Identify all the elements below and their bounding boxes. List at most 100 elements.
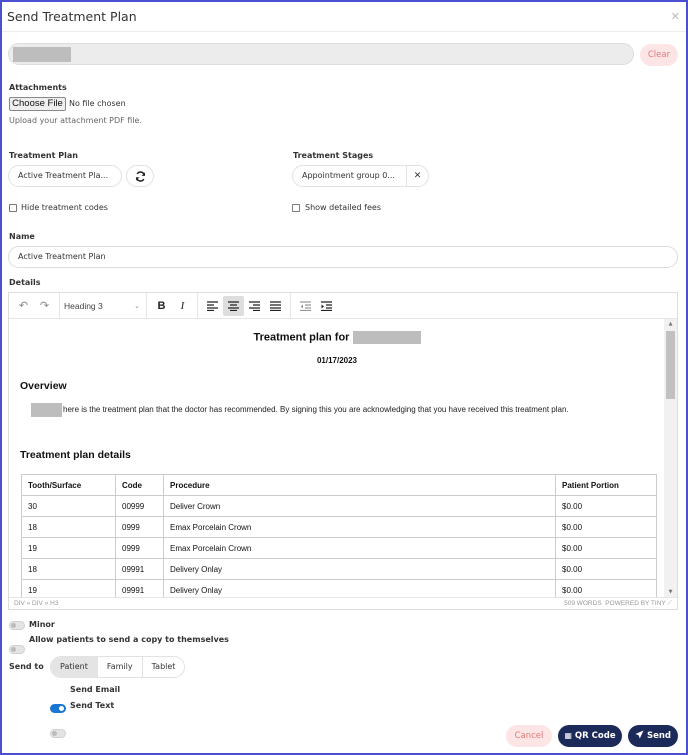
treatment-plan-select[interactable]: Active Treatment Pla... xyxy=(8,165,122,187)
table-row: 18 0999 Emax Porcelain Crown $0.00 xyxy=(21,516,657,538)
italic-button[interactable]: I xyxy=(172,296,193,316)
tooth-cell: 18 xyxy=(21,516,116,538)
table-row: 30 00999 Deliver Crown $0.00 xyxy=(21,495,657,517)
send-to-tablet-tab[interactable]: Tablet xyxy=(143,657,185,677)
table-row: 19 09991 Delivery Onlay $0.00 xyxy=(21,579,657,597)
close-icon[interactable]: ✕ xyxy=(671,10,680,23)
patient-select[interactable] xyxy=(8,43,634,65)
overview-text: here is the treatment plan that the doct… xyxy=(63,405,569,414)
undo-icon[interactable]: ↶ xyxy=(13,296,34,316)
redacted-patient-name xyxy=(13,47,71,62)
attachments-helper: Upload your attachment PDF file. xyxy=(9,116,142,125)
table-row: 19 0999 Emax Porcelain Crown $0.00 xyxy=(21,537,657,559)
editor-toolbar: ↶ ↷ Heading 3 ⌄ B I xyxy=(9,293,677,319)
tooth-cell: 19 xyxy=(21,537,116,559)
editor-statusbar: DIV » DIV » H3 509 WORDS POWERED BY TINY… xyxy=(9,597,677,609)
remove-stage-icon[interactable]: ✕ xyxy=(406,166,428,186)
refresh-button[interactable] xyxy=(126,165,154,187)
show-detailed-fees-checkbox[interactable] xyxy=(292,204,300,212)
hide-treatment-codes-label: Hide treatment codes xyxy=(21,203,108,212)
treatment-stages-label: Treatment Stages xyxy=(293,151,374,160)
details-label: Details xyxy=(9,278,41,287)
editor-scrollbar[interactable]: ▲ ▼ xyxy=(664,319,677,597)
hide-treatment-codes-checkbox[interactable] xyxy=(9,204,17,212)
portion-cell: $0.00 xyxy=(555,495,657,517)
redo-icon[interactable]: ↷ xyxy=(34,296,55,316)
minor-label: Minor xyxy=(29,620,55,629)
block-format-select[interactable]: Heading 3 ⌄ xyxy=(60,301,146,311)
dialog-title: Send Treatment Plan xyxy=(7,9,137,24)
procedure-cell: Delivery Onlay xyxy=(163,558,556,580)
code-cell: 00999 xyxy=(115,495,164,517)
code-cell: 09991 xyxy=(115,558,164,580)
scroll-thumb[interactable] xyxy=(666,331,675,399)
editor-content[interactable]: Treatment plan for 01/17/2023 Overview h… xyxy=(9,319,665,597)
choose-file-button[interactable]: Choose File xyxy=(9,97,66,111)
code-cell: 0999 xyxy=(115,537,164,559)
name-label: Name xyxy=(9,232,35,241)
portion-cell: $0.00 xyxy=(555,516,657,538)
clear-button[interactable]: Clear xyxy=(640,44,678,66)
table-row: 18 09991 Delivery Onlay $0.00 xyxy=(21,558,657,580)
send-to-patient-tab[interactable]: Patient xyxy=(51,657,98,677)
table-header-row: Tooth/Surface Code Procedure Patient Por… xyxy=(21,474,657,496)
tooth-cell: 18 xyxy=(21,558,116,580)
rich-text-editor: ↶ ↷ Heading 3 ⌄ B I Treatment plan for 0… xyxy=(8,292,678,610)
send-to-family-tab[interactable]: Family xyxy=(98,657,143,677)
bold-button[interactable]: B xyxy=(151,296,172,316)
send-email-toggle[interactable] xyxy=(50,704,66,713)
element-path[interactable]: DIV » DIV » H3 xyxy=(14,600,58,607)
indent-group xyxy=(291,293,341,318)
column-header: Patient Portion xyxy=(555,474,657,496)
scroll-up-icon[interactable]: ▲ xyxy=(664,321,677,327)
word-count[interactable]: 509 WORDS xyxy=(564,600,602,607)
tooth-cell: 30 xyxy=(21,495,116,517)
name-input[interactable]: Active Treatment Plan xyxy=(8,246,678,268)
send-email-label: Send Email xyxy=(70,685,121,694)
format-group: B I xyxy=(147,293,198,318)
allow-copy-label: Allow patients to send a copy to themsel… xyxy=(29,635,229,644)
treatment-stages-select[interactable]: Appointment group 0... ✕ xyxy=(292,165,429,187)
align-group xyxy=(198,293,291,318)
column-header: Code xyxy=(115,474,164,496)
code-cell: 09991 xyxy=(115,579,164,597)
send-icon xyxy=(635,730,644,739)
portion-cell: $0.00 xyxy=(555,558,657,580)
outdent-icon[interactable] xyxy=(295,296,316,316)
send-to-label: Send to xyxy=(9,662,44,671)
indent-icon[interactable] xyxy=(316,296,337,316)
send-button[interactable]: Send xyxy=(628,725,678,747)
powered-by[interactable]: POWERED BY TINY xyxy=(605,600,665,607)
details-heading: Treatment plan details xyxy=(20,449,131,461)
show-detailed-fees-label: Show detailed fees xyxy=(305,203,381,212)
align-right-icon[interactable] xyxy=(244,296,265,316)
align-center-icon[interactable] xyxy=(223,295,244,316)
chevron-down-icon: ⌄ xyxy=(134,302,140,310)
column-header: Procedure xyxy=(163,474,556,496)
portion-cell: $0.00 xyxy=(555,537,657,559)
procedure-cell: Emax Porcelain Crown xyxy=(163,516,556,538)
treatment-plan-label: Treatment Plan xyxy=(9,151,78,160)
statusbar-right: 509 WORDS POWERED BY TINY ⟋ xyxy=(564,600,672,608)
procedure-cell: Deliver Crown xyxy=(163,495,556,517)
align-justify-icon[interactable] xyxy=(265,296,286,316)
document-date: 01/17/2023 xyxy=(316,356,358,365)
qr-code-button[interactable]: ▦ QR Code xyxy=(558,725,622,747)
minor-toggle[interactable] xyxy=(9,621,25,630)
redacted-patient-name xyxy=(352,331,421,344)
overview-heading: Overview xyxy=(20,380,67,392)
cancel-button[interactable]: Cancel xyxy=(506,725,552,747)
resize-handle-icon[interactable]: ⟋ xyxy=(667,600,672,607)
allow-copy-toggle[interactable] xyxy=(9,645,25,654)
blocks-group: Heading 3 ⌄ xyxy=(60,293,147,318)
send-text-toggle[interactable] xyxy=(50,729,66,738)
history-group: ↶ ↷ xyxy=(9,293,60,318)
qr-code-label: QR Code xyxy=(574,731,616,741)
send-label: Send xyxy=(646,731,671,741)
document-title: Treatment plan for xyxy=(9,331,665,344)
align-left-icon[interactable] xyxy=(202,296,223,316)
scroll-down-icon[interactable]: ▼ xyxy=(664,589,677,595)
send-text-label: Send Text xyxy=(70,701,115,710)
document-title-text: Treatment plan for xyxy=(253,331,350,344)
qr-code-icon: ▦ xyxy=(564,731,572,740)
